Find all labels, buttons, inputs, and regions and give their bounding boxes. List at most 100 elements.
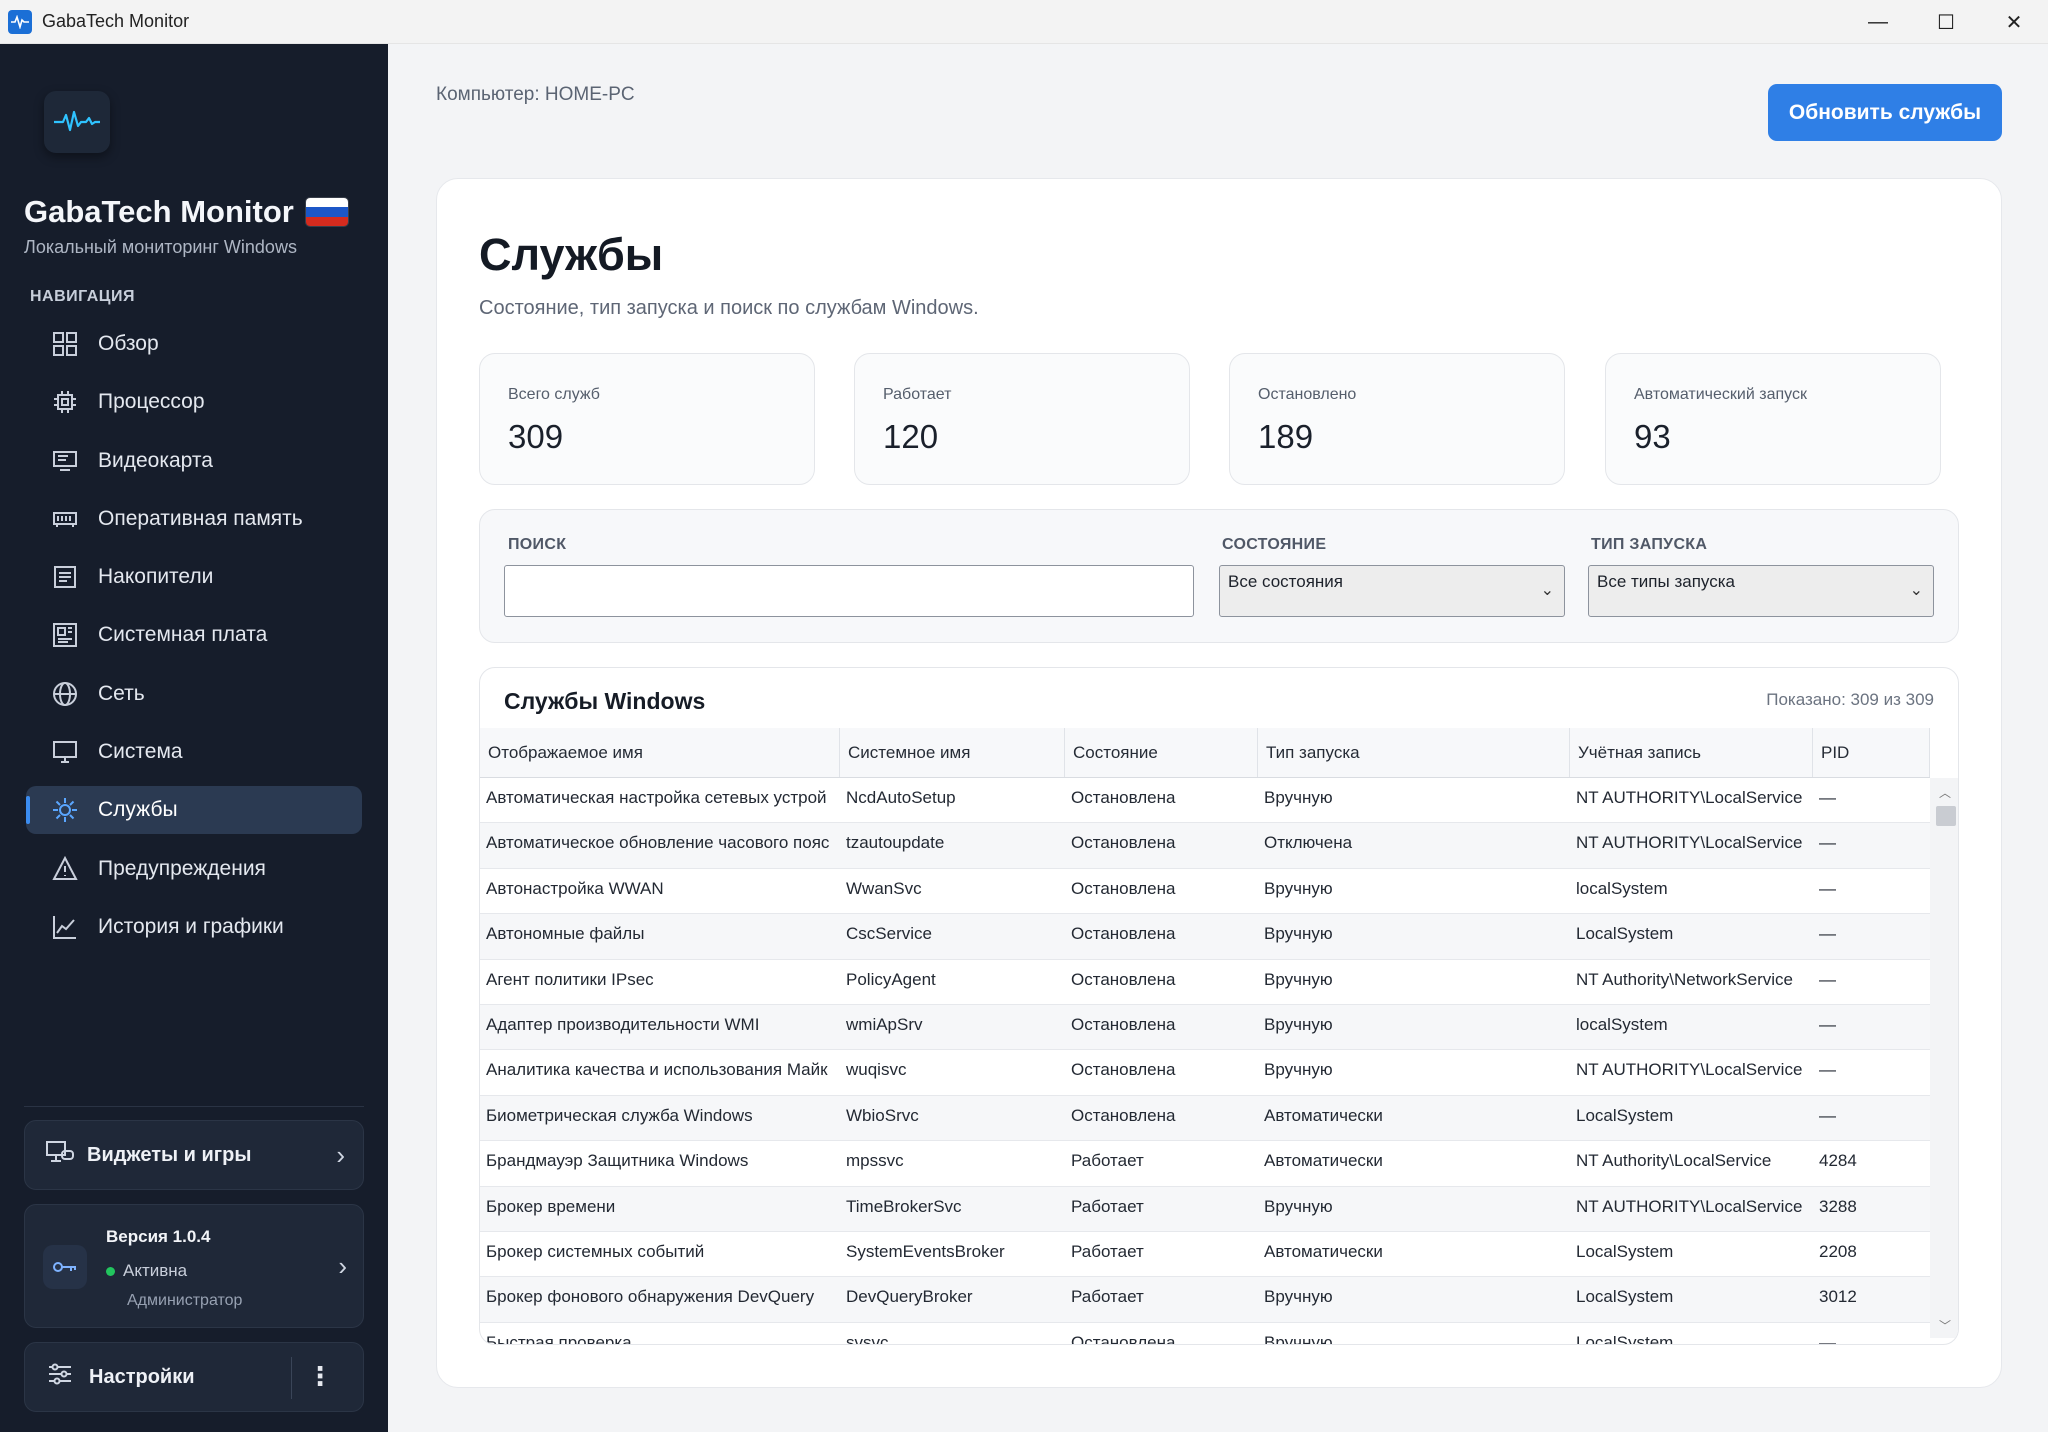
column-header-state[interactable]: Состояние [1065,728,1258,777]
scrollbar-thumb[interactable] [1936,806,1956,826]
cell-account: NT AUTHORITY\LocalService [1576,833,1803,853]
sidebar-item-label: Системная плата [98,623,268,647]
chevron-down-icon: ⌄ [1540,582,1554,599]
cell-pid: 3288 [1819,1196,1857,1216]
services-table-panel: Службы Windows Показано: 309 из 309 Отоб… [479,667,1959,1345]
window-title: GabaTech Monitor [42,11,190,31]
sidebar-item-network[interactable]: Сеть [26,670,362,718]
sidebar-item-label: Оперативная память [98,506,303,530]
cell-account: NT AUTHORITY\LocalService [1576,1196,1803,1216]
sliders-icon [47,1362,73,1392]
table-header: Отображаемое имя Системное имя Состояние… [480,728,1930,778]
cell-state: Работает [1071,1196,1144,1216]
stat-value: 93 [1634,418,1671,455]
cell-display-name: Автоматическое обновление часового пояс [486,833,830,853]
sidebar-item-storage[interactable]: Накопители [26,553,362,601]
widgets-games-button[interactable]: Виджеты и игры › [24,1120,364,1190]
cell-startup-type: Вручную [1264,1060,1333,1080]
table-row[interactable]: Брокер фонового обнаружения DevQuery DevQ… [480,1277,1930,1323]
sidebar-item-gpu[interactable]: Видеокарта [26,437,362,485]
cell-state: Работает [1071,1241,1144,1261]
cell-state: Работает [1071,1287,1144,1307]
minimize-button[interactable]: — [1844,0,1912,44]
storage-icon [50,562,80,592]
table-row[interactable]: Агент политики IPsec PolicyAgent Остановле… [480,960,1930,1005]
widgets-icon [45,1139,75,1171]
settings-label: Настройки [89,1365,195,1388]
maximize-button[interactable]: ☐ [1912,0,1980,44]
state-filter-select[interactable]: Все состояния ⌄ [1219,565,1565,617]
table-row[interactable]: Брандмауэр Защитника Windows mpssvc Работа… [480,1141,1930,1187]
cell-pid: — [1819,969,1836,989]
cell-startup-type: Автоматически [1264,1151,1383,1171]
refresh-services-button[interactable]: Обновить службы [1768,84,2002,141]
cell-account: NT Authority\LocalService [1576,1151,1772,1171]
settings-divider [291,1357,292,1399]
table-row[interactable]: Аналитика качества и использования Майк w… [480,1050,1930,1096]
license-card[interactable]: Версия 1.0.4 Активна Администратор › [24,1204,364,1328]
cell-state: Остановлена [1071,833,1176,853]
sidebar-item-label: Процессор [98,390,205,414]
cell-system-name: tzautoupdate [846,833,945,853]
sidebar-item-cpu[interactable]: Процессор [26,378,362,426]
stat-card-running: Работает 120 [854,353,1190,485]
column-header-system-name[interactable]: Системное имя [840,728,1065,777]
table-row[interactable]: Быстрая проверка svsvc Остановлена Вручную L… [480,1323,1930,1344]
column-header-startup-type[interactable]: Тип запуска [1258,728,1570,777]
sidebar-item-services[interactable]: Службы [26,786,362,835]
table-row[interactable]: Автономные файлы CscService Остановлена Вру… [480,914,1930,960]
cell-account: LocalSystem [1576,1105,1674,1125]
filters-bar: ПОИСК СОСТОЯНИЕ Все состояния ⌄ ТИП ЗАПУ… [479,509,1959,643]
status-dot-icon [106,1266,115,1276]
column-header-pid[interactable]: PID [1813,728,1930,777]
table-row[interactable]: Автонастройка WWAN WwanSvc Остановлена Вруч… [480,869,1930,915]
table-row[interactable]: Автоматическая настройка сетевых устрой N… [480,778,1930,824]
stat-label: Автоматический запуск [1634,386,1807,403]
table-row[interactable]: Биометрическая служба Windows WbioSrvc Ост… [480,1095,1930,1142]
close-button[interactable]: ✕ [1980,0,2048,44]
cell-state: Остановлена [1071,1014,1176,1034]
scroll-down-icon[interactable]: ﹀ [1939,1317,1951,1334]
globe-icon [50,679,80,709]
table-row[interactable]: Брокер системных событий SystemEventsBrok… [480,1232,1930,1278]
table-row[interactable]: Брокер времени TimeBrokerSvc Работает Вручн… [480,1186,1930,1232]
table-row[interactable]: Автоматическое обновление часового пояс t… [480,823,1930,869]
sidebar-item-label: Видеокарта [98,448,213,472]
column-header-display-name[interactable]: Отображаемое имя [480,728,840,777]
table-row[interactable]: Адаптер производительности WMI wmiApSrv Ос… [480,1004,1930,1051]
cell-display-name: Автоматическая настройка сетевых устрой [486,788,827,807]
cell-system-name: PolicyAgent [846,969,936,989]
sidebar-item-label: Накопители [98,565,214,589]
cell-account: LocalSystem [1576,1287,1674,1307]
sidebar-item-history[interactable]: История и графики [26,903,362,951]
column-header-account[interactable]: Учётная запись [1570,728,1813,777]
search-input[interactable] [504,565,1194,617]
stat-card-stopped: Остановлено 189 [1229,353,1565,485]
sidebar-item-warnings[interactable]: Предупреждения [26,845,362,893]
sidebar-item-system[interactable]: Система [26,728,362,776]
sidebar-item-label: Система [98,740,183,764]
cell-display-name: Брокер системных событий [486,1241,705,1261]
warning-icon [50,854,80,884]
page-subtitle: Состояние, тип запуска и поиск по служба… [479,297,979,319]
cell-account: localSystem [1576,1014,1668,1034]
sidebar-item-overview[interactable]: Обзор [26,320,362,368]
state-filter-value: Все состояния [1228,572,1344,591]
russia-flag-icon [305,198,348,226]
services-panel: Службы Состояние, тип запуска и поиск по… [436,178,2002,1388]
nav-heading: НАВИГАЦИЯ [30,288,135,305]
cell-system-name: SystemEventsBroker [846,1241,1005,1261]
cell-display-name: Брокер фонового обнаружения DevQuery [486,1287,815,1307]
more-vertical-icon[interactable]: ⋮ [307,1361,333,1391]
cell-startup-type: Вручную [1264,1287,1333,1307]
scroll-up-icon[interactable]: ︿ [1939,784,1951,801]
chart-icon [50,912,80,942]
cell-pid: — [1819,1014,1836,1034]
cell-display-name: Адаптер производительности WMI [486,1014,760,1034]
table-scrollbar[interactable]: ︿ ﹀ [1930,778,1958,1338]
startup-filter-select[interactable]: Все типы запуска ⌄ [1588,565,1934,617]
services-table: Отображаемое имя Системное имя Состояние… [480,728,1930,1344]
sidebar-item-memory[interactable]: Оперативная память [26,495,362,543]
settings-button[interactable]: Настройки ⋮ [24,1342,364,1412]
sidebar-item-motherboard[interactable]: Системная плата [26,611,362,659]
